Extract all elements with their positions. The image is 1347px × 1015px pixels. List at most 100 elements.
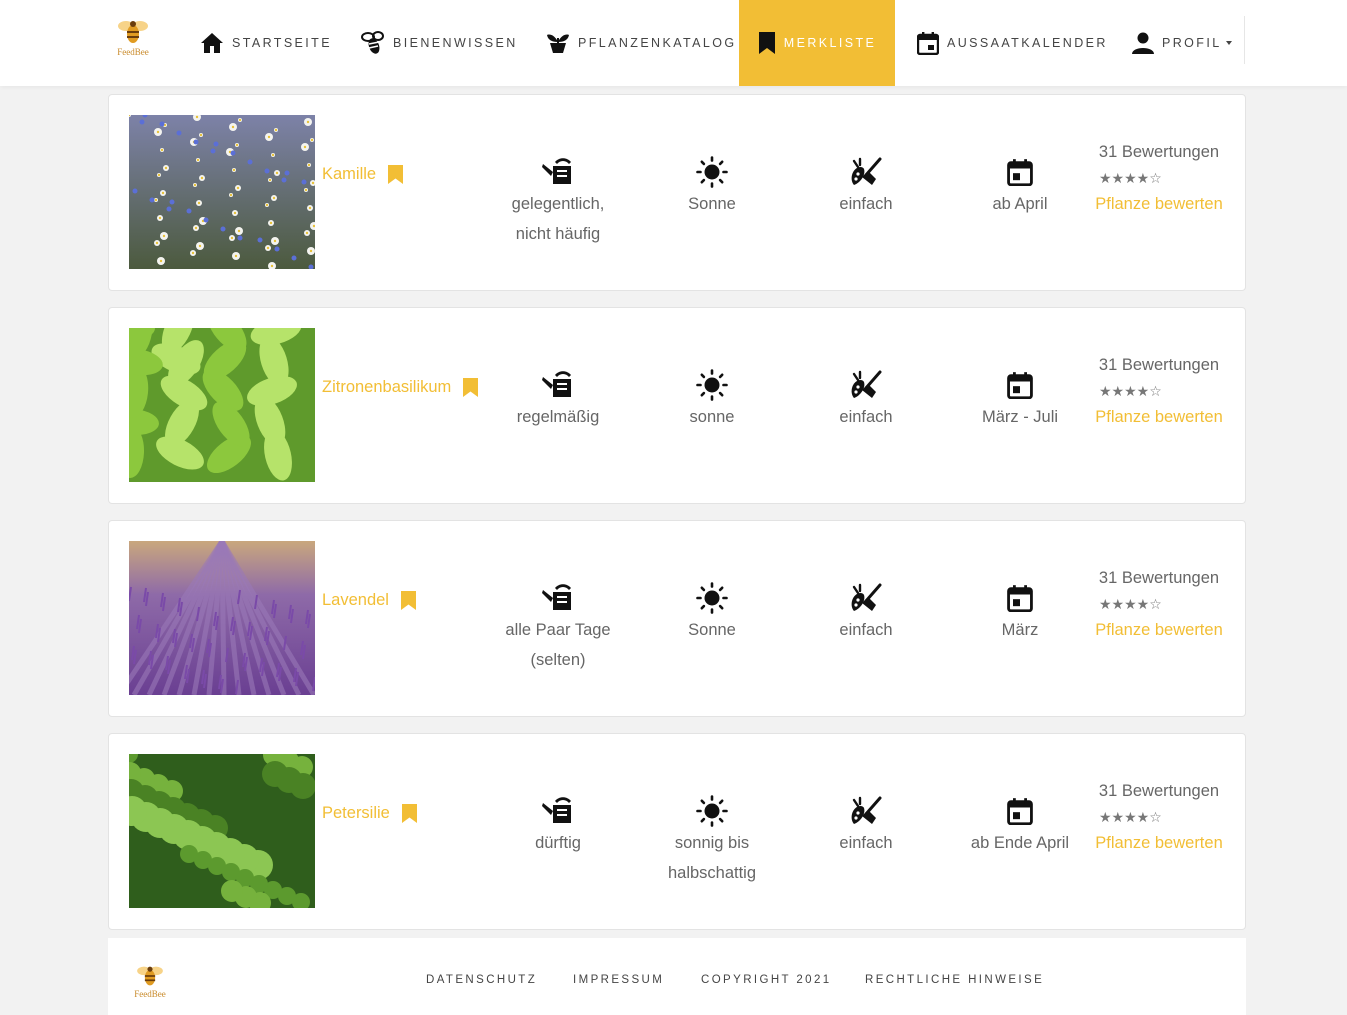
rating-count: 31 Bewertungen [1098,569,1220,587]
nav-pflanzenkatalog[interactable]: Pflanzenkatalog [546,0,736,86]
plant-image[interactable] [129,115,315,269]
plant-water-text: (selten) [530,651,586,669]
plant-water-attribute: gelegentlich, nicht häufig [478,155,638,249]
calendar-icon [1007,581,1033,615]
plant-water-text: regelmäßig [516,408,600,426]
plant-care-text: einfach [839,834,893,852]
nav-label-aussaatkalender: Aussaatkalender [947,36,1108,50]
rate-plant-link[interactable]: Pflanze bewerten [1089,621,1229,640]
plant-name-link[interactable]: Petersilie [322,804,417,823]
gardening-tools-icon [850,581,882,615]
plant-sun-attribute: Sonne [632,581,792,645]
nav-label-bienenwissen: Bienenwissen [393,36,518,50]
plant-sowing-text: März - Juli [981,408,1059,426]
footer-link-copyright: Copyright 2021 [701,974,832,986]
nav-label-profil: Profil [1162,36,1222,50]
plant-sun-attribute: sonnig bis halbschattig [632,794,792,888]
plant-sun-text: Sonne [688,621,736,639]
plant-name-link[interactable]: Zitronenbasilikum [322,378,479,397]
plant-pot-icon [547,34,569,53]
rating-block: 31 Bewertungen ★★★★☆ Pflanze bewerten [1089,782,1229,853]
plant-care-attribute: einfach [786,581,946,645]
plant-sowing-attribute: ab Ende April [940,794,1100,858]
brand-logo-text: FeedBee [117,47,149,57]
chevron-down-icon [1225,41,1232,45]
plant-sowing-text: ab April [992,195,1048,213]
plant-sowing-attribute: ab April [940,155,1100,219]
plant-name[interactable]: Kamille [322,165,376,184]
nav-merkliste[interactable]: Merkliste [739,0,895,86]
plant-name[interactable]: Petersilie [322,804,390,823]
footer-link-impressum[interactable]: Impressum [573,974,664,986]
calendar-icon [917,32,939,55]
plant-care-text: einfach [839,408,893,426]
plant-care-attribute: einfach [786,368,946,432]
rate-plant-link[interactable]: Pflanze bewerten [1089,195,1229,214]
nav-label-pflanzenkatalog: Pflanzenkatalog [578,36,737,50]
nav-bienenwissen[interactable]: Bienenwissen [361,0,518,86]
sun-icon [696,581,728,615]
plant-image[interactable] [129,541,315,695]
bee-icon [361,31,384,54]
nav-label-merkliste: Merkliste [783,36,877,50]
plant-card: Lavendel alle Paar Tage (selten) Sonne ei… [108,520,1246,717]
nav-startseite[interactable]: Startseite [200,0,332,86]
rating-block: 31 Bewertungen ★★★★☆ Pflanze bewerten [1089,356,1229,427]
plant-water-attribute: alle Paar Tage (selten) [478,581,638,675]
plant-sun-text: halbschattig [667,864,757,882]
rate-plant-link[interactable]: Pflanze bewerten [1089,408,1229,427]
bookmark-icon[interactable] [400,591,416,610]
plant-sowing-text: März [1001,621,1039,639]
plant-water-text: nicht häufig [515,225,601,243]
star-rating: ★★★★☆ [1099,383,1162,399]
footer-link-datenschutz[interactable]: Datenschutz [426,974,537,986]
plant-sun-attribute: sonne [632,368,792,432]
plant-water-text: alle Paar Tage [505,621,611,639]
nav-aussaatkalender[interactable]: Aussaatkalender [917,0,1108,86]
brand-logo[interactable]: FeedBee [108,18,158,66]
plant-name[interactable]: Zitronenbasilikum [322,378,451,397]
calendar-icon [1007,368,1033,402]
watering-can-icon [541,581,575,615]
bookmark-icon [758,32,775,54]
plant-card: Petersilie dürftig sonnig bis halbschatti… [108,733,1246,930]
plant-image[interactable] [129,328,315,482]
plant-name-link[interactable]: Lavendel [322,591,416,610]
sun-icon [696,794,728,828]
plant-water-attribute: regelmäßig [478,368,638,432]
gardening-tools-icon [850,794,882,828]
plant-name[interactable]: Lavendel [322,591,389,610]
sun-icon [696,368,728,402]
bee-logo-icon [137,966,163,986]
plant-card: Kamille gelegentlich, nicht häufig Sonne … [108,94,1246,291]
person-icon [1132,32,1154,54]
footer: FeedBee Datenschutz Impressum Copyright … [108,938,1246,1015]
plant-name-link[interactable]: Kamille [322,165,404,184]
rating-count: 31 Bewertungen [1098,782,1220,800]
plant-sun-attribute: Sonne [632,155,792,219]
plant-card: Zitronenbasilikum regelmäßig sonne einfa… [108,307,1246,504]
bee-logo-icon [118,21,148,43]
star-rating: ★★★★☆ [1099,170,1162,186]
plant-care-attribute: einfach [786,155,946,219]
bookmark-icon[interactable] [401,804,417,823]
footer-logo[interactable]: FeedBee [128,964,172,999]
plant-sun-text: sonne [689,408,735,426]
footer-link-rechtliche-hinweise[interactable]: Rechtliche Hinweise [865,974,1044,986]
plant-sun-text: Sonne [688,195,736,213]
rate-plant-link[interactable]: Pflanze bewerten [1089,834,1229,853]
calendar-icon [1007,794,1033,828]
bookmark-icon[interactable] [463,378,479,397]
gardening-tools-icon [850,155,882,189]
plant-sowing-attribute: März [940,581,1100,645]
bookmark-icon[interactable] [388,165,404,184]
watering-can-icon [541,794,575,828]
plant-care-attribute: einfach [786,794,946,858]
plant-image[interactable] [129,754,315,908]
nav-profil-dropdown[interactable]: Profil [1132,0,1232,86]
calendar-icon [1007,155,1033,189]
footer-logo-text: FeedBee [134,989,166,999]
plant-care-text: einfach [839,621,893,639]
home-icon [201,33,223,53]
rating-count: 31 Bewertungen [1098,143,1220,161]
